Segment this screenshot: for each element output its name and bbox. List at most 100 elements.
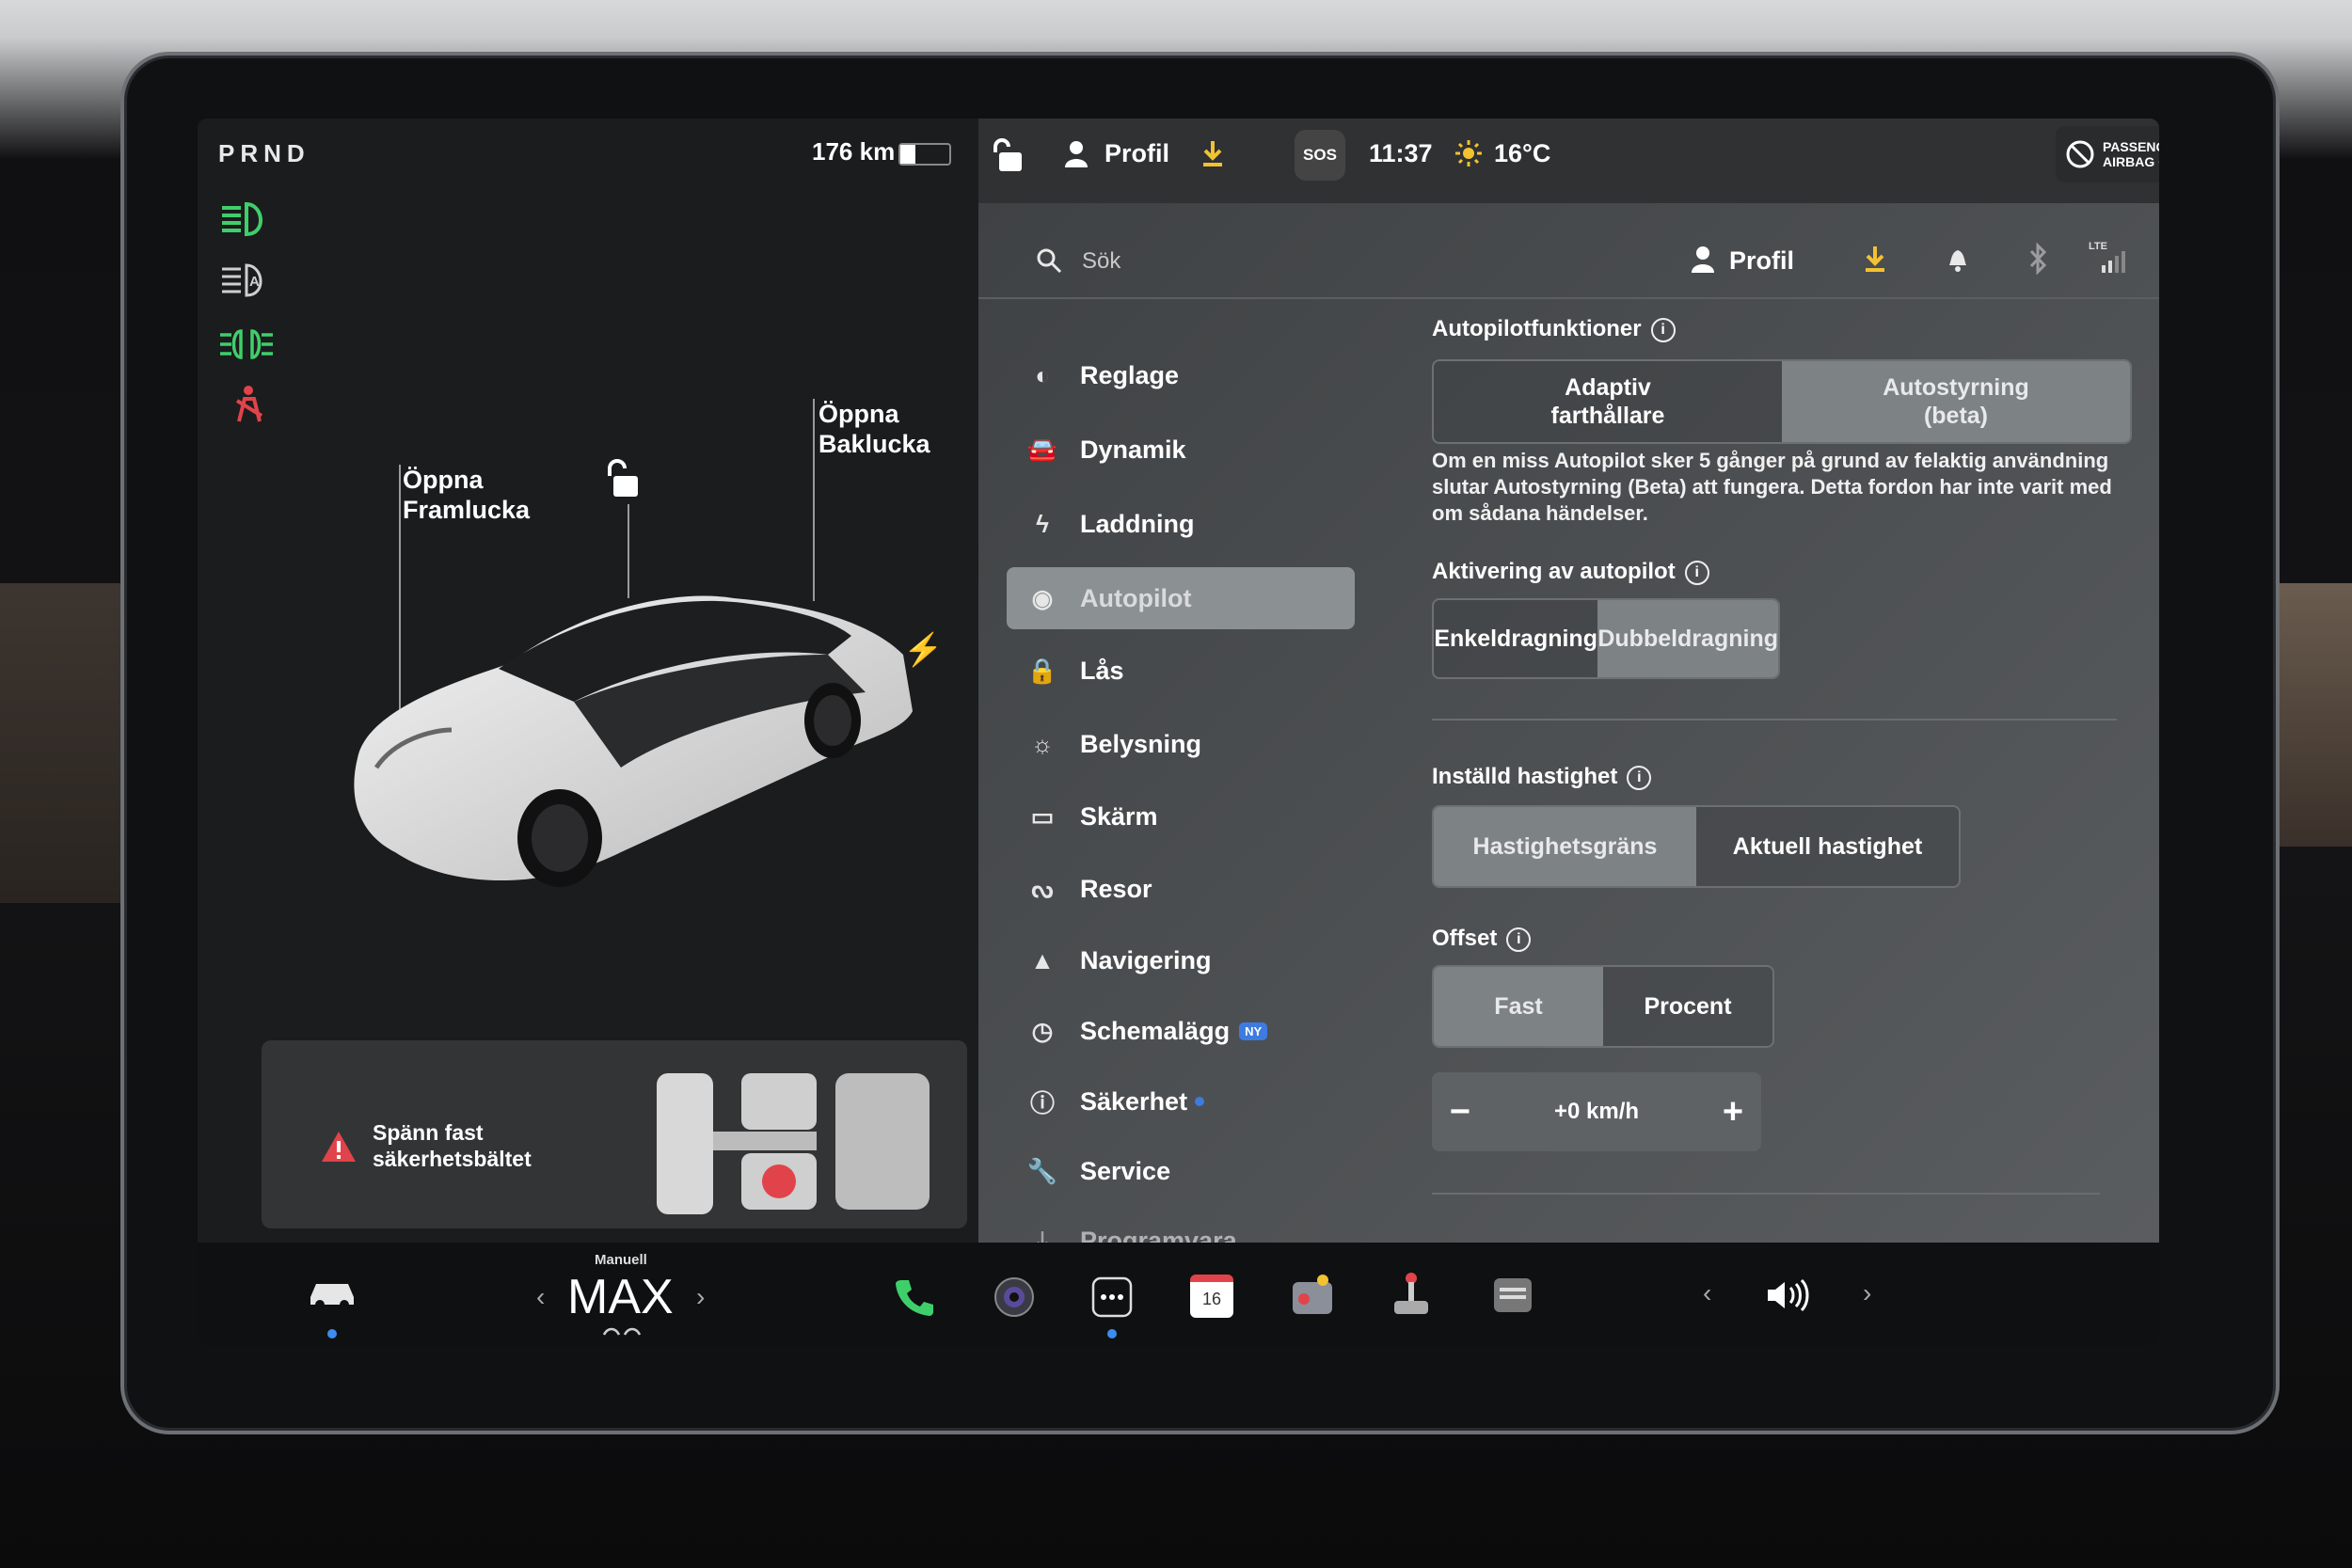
menu-item-skärm[interactable]: ▭ Skärm <box>1007 785 1355 847</box>
menu-item-service[interactable]: 🔧 Service <box>1007 1140 1355 1202</box>
steering-wheel-icon: ◉ <box>1031 583 1054 612</box>
menu-item-reglage[interactable]: ◐ Reglage <box>1007 344 1355 406</box>
settings-panel: Sök Profil LTE ◐ Reglage 🚘 Dynamik ϟ Laddning… <box>978 203 2159 1255</box>
car-icon[interactable] <box>307 1276 358 1310</box>
speed-option[interactable]: Aktuell hastighet <box>1696 807 1959 886</box>
volume-icon[interactable] <box>1764 1276 1813 1314</box>
toybox-icon[interactable] <box>1391 1271 1432 1318</box>
fan-decrease-button[interactable]: ‹ <box>536 1282 545 1312</box>
clock: 11:37 <box>1369 139 1433 167</box>
header-divider <box>978 297 2159 299</box>
new-badge: NY <box>1239 1022 1268 1040</box>
menu-item-dynamik[interactable]: 🚘 Dynamik <box>1007 419 1355 481</box>
rear-trunk-label[interactable]: Öppna Baklucka <box>818 399 930 459</box>
clock-icon: ◷ <box>1031 1016 1054 1045</box>
search-icon[interactable] <box>1035 246 1063 275</box>
more-apps-icon[interactable] <box>1091 1276 1133 1318</box>
decrease-button[interactable]: − <box>1432 1092 1488 1132</box>
profile-label[interactable]: Profil <box>1104 139 1169 168</box>
search-input[interactable]: Sök <box>1082 248 1120 275</box>
safety-icon: ⓘ <box>1029 1088 1055 1117</box>
functions-option[interactable]: Adaptiv farthållare <box>1434 361 1782 442</box>
info-icon[interactable]: i <box>1684 560 1709 585</box>
volume-previous-button[interactable]: ‹ <box>1703 1278 1711 1308</box>
sos-button[interactable]: SOS <box>1295 130 1345 181</box>
menu-item-resor[interactable]: ᔓ Resor <box>1007 858 1355 920</box>
fan-increase-button[interactable]: › <box>696 1282 705 1312</box>
menu-item-label: Säkerhet <box>1080 1086 1188 1116</box>
set-speed-title: Inställd hastighet i <box>1432 764 1652 790</box>
menu-item-label: Belysning <box>1080 729 1202 758</box>
bluetooth-icon[interactable] <box>2027 243 2048 275</box>
menu-item-autopilot[interactable]: ◉ Autopilot <box>1007 567 1355 629</box>
volume-next-button[interactable]: › <box>1863 1278 1871 1308</box>
front-trunk-label[interactable]: Öppna Framlucka <box>403 465 530 525</box>
calendar-icon[interactable]: 16 <box>1190 1275 1233 1318</box>
menu-item-navigering[interactable]: ▲ Navigering <box>1007 929 1355 991</box>
car-icon: 🚘 <box>1026 435 1058 464</box>
seatbelt-warning-icon <box>235 386 263 422</box>
phone-icon[interactable] <box>894 1276 935 1318</box>
info-icon[interactable]: i <box>1506 927 1532 952</box>
menu-item-laddning[interactable]: ϟ Laddning <box>1007 493 1355 555</box>
signal-icon <box>2102 251 2125 273</box>
lock-icon: 🔒 <box>1026 656 1058 685</box>
camera-icon[interactable] <box>992 1275 1037 1320</box>
display-icon: ▭ <box>1030 801 1055 831</box>
download-icon-settings[interactable] <box>1863 245 1887 273</box>
navigation-icon: ▲ <box>1030 945 1055 974</box>
info-icon[interactable]: i <box>1627 765 1652 790</box>
menu-item-label: Resor <box>1080 874 1152 903</box>
offset-title: Offset i <box>1432 926 1532 952</box>
active-indicator <box>1107 1329 1117 1338</box>
offset-option[interactable]: Procent <box>1603 967 1772 1046</box>
arcade-icon[interactable] <box>1289 1273 1336 1318</box>
settings-profile-label[interactable]: Profil <box>1729 246 1794 276</box>
parking-lights-icon <box>220 329 273 359</box>
dashboard-trim-left <box>0 583 132 903</box>
airbag-state: ON <box>2158 154 2159 169</box>
fan-mode-label: Manuell <box>595 1252 647 1268</box>
increase-button[interactable]: + <box>1705 1092 1761 1132</box>
menu-item-label: Service <box>1080 1156 1171 1185</box>
active-indicator <box>327 1329 337 1338</box>
section-divider <box>1432 1193 2100 1195</box>
menu-item-label: Laddning <box>1080 509 1195 538</box>
activation-option[interactable]: Dubbeldragning <box>1597 600 1778 677</box>
bell-icon[interactable] <box>1946 245 1970 273</box>
airbag-label-line2: AIRBAG <box>2103 154 2155 169</box>
autopilot-activation-title-text: Aktivering av autopilot <box>1432 559 1676 584</box>
menu-item-label: Dynamik <box>1080 435 1186 464</box>
door-lock-icon[interactable] <box>992 137 1025 175</box>
bolt-icon: ϟ <box>1036 509 1049 538</box>
menu-item-belysning[interactable]: ☼ Belysning <box>1007 713 1355 775</box>
profile-icon[interactable] <box>1063 139 1089 167</box>
functions-option[interactable]: Autostyrning (beta) <box>1782 361 2130 442</box>
trips-icon: ᔓ <box>1031 874 1054 903</box>
sun-icon: ☼ <box>1031 729 1054 758</box>
speed-option[interactable]: Hastighetsgräns <box>1434 807 1696 886</box>
fan-level[interactable]: MAX <box>567 1269 674 1325</box>
offset-title-text: Offset <box>1432 926 1498 951</box>
profile-icon-settings[interactable] <box>1690 245 1716 273</box>
offset-option[interactable]: Fast <box>1434 967 1603 1046</box>
offset-value: +0 km/h <box>1553 1099 1640 1124</box>
set-speed-title-text: Inställd hastighet <box>1432 764 1618 789</box>
notification-dot <box>1195 1097 1205 1106</box>
menu-item-lås[interactable]: 🔒 Lås <box>1007 640 1355 702</box>
unlock-icon[interactable] <box>602 459 644 500</box>
activation-option[interactable]: Enkeldragning <box>1434 600 1597 677</box>
outside-temperature: 16°C <box>1494 139 1551 167</box>
taskbar: ‹ Manuell MAX › 16 ‹ › <box>198 1243 2159 1346</box>
menu-item-säkerhet[interactable]: ⓘ Säkerhet <box>1007 1070 1355 1132</box>
touchscreen: PRND 176 km A Öppna Framlucka Öppna Bakl… <box>198 119 2159 1346</box>
offset-mode-selector: Fast Procent <box>1432 965 1774 1048</box>
menu-item-label: Reglage <box>1080 360 1180 389</box>
seatbelt-warning-line2: säkerhetsbältet <box>373 1147 532 1171</box>
dashcam-viewer-icon[interactable] <box>1492 1275 1534 1316</box>
airbag-icon <box>2066 140 2094 168</box>
set-speed-selector: Hastighetsgräns Aktuell hastighet <box>1432 805 1961 888</box>
info-icon[interactable]: i <box>1650 317 1676 342</box>
menu-item-schemalägg[interactable]: ◷ Schemalägg NY <box>1007 1000 1355 1062</box>
download-icon[interactable] <box>1200 139 1225 167</box>
